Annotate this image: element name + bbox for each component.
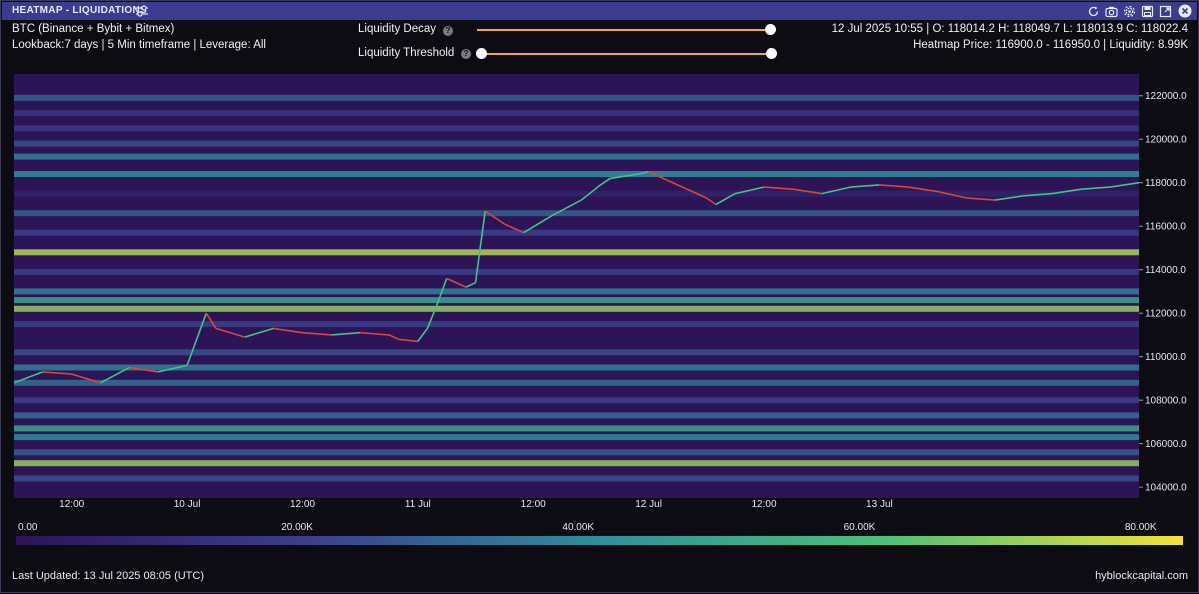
y-tick-label: 108000.0 [1145, 396, 1187, 407]
y-tick-label: 118000.0 [1145, 178, 1186, 189]
brand-link[interactable]: hyblockcapital.com [1095, 570, 1188, 582]
liquidity-band [14, 297, 1139, 304]
x-tick-label: 11 Jul [405, 499, 431, 510]
y-tick-label: 122000.0 [1145, 91, 1187, 102]
x-tick-label: 12:00 [290, 499, 315, 510]
y-tick-label: 110000.0 [1145, 352, 1186, 363]
liquidity-band [14, 125, 1139, 132]
liquidity-band [14, 412, 1139, 419]
y-tick-label: 116000.0 [1145, 222, 1186, 233]
liquidity-band [14, 379, 1139, 386]
liquidity-band [14, 397, 1139, 404]
colorbar [16, 536, 1183, 545]
x-tick-label: 12:00 [59, 499, 84, 510]
liquidity-band [14, 364, 1139, 371]
x-tick-label: 12:00 [751, 499, 776, 510]
liquidity-band [14, 288, 1139, 295]
y-tick-label: 112000.0 [1145, 309, 1186, 320]
liquidity-band [14, 210, 1139, 217]
x-tick-label: 12:00 [521, 499, 546, 510]
liquidity-band [14, 110, 1139, 117]
liquidity-band [14, 449, 1139, 456]
liquidity-band [14, 349, 1139, 356]
x-tick-label: 13 Jul [866, 499, 893, 510]
colorbar-tick-label: 0.00 [18, 522, 38, 533]
liquidity-band [14, 229, 1139, 236]
liquidity-band [14, 305, 1139, 312]
liquidity-band [14, 249, 1139, 256]
liquidity-band [14, 460, 1139, 467]
heatmap-window: HEATMAP - LIQUIDATIONS BTC (Binance + By… [0, 0, 1199, 593]
y-tick-label: 120000.0 [1145, 135, 1187, 146]
x-tick-label: 12 Jul [635, 499, 662, 510]
liquidity-band [14, 140, 1139, 147]
liquidity-band [14, 190, 1139, 197]
liquidity-band [14, 171, 1139, 177]
liquidity-band [14, 475, 1139, 482]
y-tick-label: 106000.0 [1145, 439, 1187, 450]
colorbar-tick-label: 60.00K [843, 522, 876, 533]
liquidity-band [14, 153, 1139, 160]
heatmap-chart[interactable]: 122000.0 120000.0 118000.0 116000.0 114000.0… [1, 1, 1199, 594]
colorbar-tick-label: 80.00K [1124, 522, 1157, 533]
y-tick-label: 104000.0 [1145, 483, 1187, 494]
liquidity-band [14, 434, 1139, 441]
last-updated: Last Updated: 13 Jul 2025 08:05 (UTC) [12, 570, 205, 582]
liquidity-band [14, 268, 1139, 275]
y-tick-label: 114000.0 [1145, 265, 1186, 276]
liquidity-band [14, 94, 1139, 101]
colorbar-tick-label: 40.00K [562, 522, 595, 533]
liquidity-band [14, 321, 1139, 328]
liquidity-band [14, 425, 1139, 432]
x-tick-label: 10 Jul [174, 499, 201, 510]
colorbar-tick-label: 20.00K [281, 522, 313, 533]
